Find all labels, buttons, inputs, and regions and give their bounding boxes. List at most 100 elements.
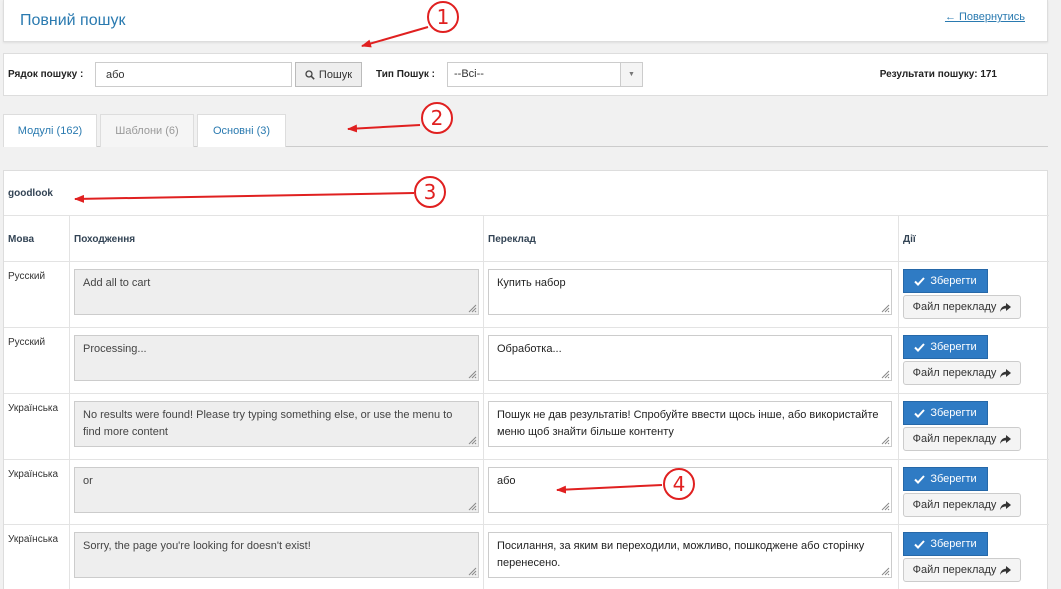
resize-grip-icon[interactable] [468, 436, 477, 445]
translation-text: Обработка... [497, 343, 562, 355]
save-label: Зберегти [930, 538, 977, 550]
annotation-marker: 1 [427, 1, 459, 33]
group-name: goodlook [8, 188, 53, 199]
annotation-marker: 4 [663, 468, 695, 500]
translation-textarea[interactable]: Пошук не дав результатів! Спробуйте ввес… [488, 401, 892, 447]
search-type-value: --Всі-- [454, 68, 484, 80]
source-text: Add all to cart [74, 269, 479, 315]
page: Повний пошук ← Повернутись Рядок пошуку … [0, 0, 1061, 589]
translation-text: Посилання, за яким ви переходили, можлив… [497, 540, 865, 569]
save-button[interactable]: Зберегти [903, 401, 988, 425]
file-label: Файл перекладу [912, 301, 997, 313]
back-link[interactable]: ← Повернутись [945, 11, 1025, 23]
resize-grip-icon[interactable] [468, 502, 477, 511]
resize-grip-icon[interactable] [468, 370, 477, 379]
save-button[interactable]: Зберегти [903, 467, 988, 491]
resize-grip-icon[interactable] [881, 502, 890, 511]
tab-modules[interactable]: Модулі (162) [3, 114, 97, 147]
header-lang: Мова [8, 234, 35, 245]
row-lang: Русский [8, 271, 46, 282]
row-lang: Українська [8, 534, 59, 545]
source-text-value: Sorry, the page you're looking for doesn… [83, 540, 311, 552]
save-label: Зберегти [930, 341, 977, 353]
search-button[interactable]: Пошук [295, 62, 362, 87]
column-divider [898, 215, 899, 589]
resize-grip-icon[interactable] [881, 304, 890, 313]
column-divider [69, 215, 70, 589]
search-type-label: Тип Пошук : [376, 69, 435, 80]
translation-file-button[interactable]: Файл перекладу [903, 558, 1021, 582]
save-label: Зберегти [930, 473, 977, 485]
divider [4, 327, 1049, 328]
file-label: Файл перекладу [912, 564, 997, 576]
annotation-marker: 3 [414, 176, 446, 208]
search-type-select[interactable]: --Всі-- ▼ [447, 62, 643, 87]
resize-grip-icon[interactable] [468, 304, 477, 313]
page-title: Повний пошук [20, 12, 126, 29]
divider [4, 393, 1049, 394]
share-arrow-icon [1000, 500, 1012, 510]
resize-grip-icon[interactable] [468, 567, 477, 576]
save-button[interactable]: Зберегти [903, 335, 988, 359]
check-icon [914, 342, 926, 352]
divider [4, 261, 1049, 262]
source-text-value: Add all to cart [83, 277, 151, 289]
check-icon [914, 539, 926, 549]
translation-text: або [497, 475, 516, 487]
translation-file-button[interactable]: Файл перекладу [903, 295, 1021, 319]
source-text: No results were found! Please try typing… [74, 401, 479, 447]
share-arrow-icon [1000, 302, 1012, 312]
translation-text: Купить набор [497, 277, 566, 289]
file-label: Файл перекладу [912, 499, 997, 511]
check-icon [914, 474, 926, 484]
source-text-value: or [83, 475, 93, 487]
search-bar: Рядок пошуку : Пошук Тип Пошук : --Всі--… [3, 53, 1048, 96]
source-text-value: No results were found! Please try typing… [83, 409, 453, 438]
divider [4, 524, 1049, 525]
resize-grip-icon[interactable] [881, 370, 890, 379]
column-divider [483, 215, 484, 589]
tab-core[interactable]: Основні (3) [197, 114, 286, 147]
share-arrow-icon [1000, 565, 1012, 575]
source-text-value: Processing... [83, 343, 147, 355]
tab-bar: Модулі (162) Шаблони (6) Основні (3) [3, 114, 1048, 147]
save-button[interactable]: Зберегти [903, 269, 988, 293]
header-translation: Переклад [488, 234, 536, 245]
translation-file-button[interactable]: Файл перекладу [903, 361, 1021, 385]
check-icon [914, 408, 926, 418]
save-button[interactable]: Зберегти [903, 532, 988, 556]
translation-text: Пошук не дав результатів! Спробуйте ввес… [497, 409, 879, 438]
translation-textarea[interactable]: Купить набор [488, 269, 892, 315]
row-lang: Українська [8, 403, 59, 414]
check-icon [914, 276, 926, 286]
divider [4, 215, 1049, 216]
share-arrow-icon [1000, 434, 1012, 444]
resize-grip-icon[interactable] [881, 567, 890, 576]
search-button-label: Пошук [318, 68, 353, 81]
annotation-marker: 2 [421, 102, 453, 134]
source-text: Sorry, the page you're looking for doesn… [74, 532, 479, 578]
resize-grip-icon[interactable] [881, 436, 890, 445]
translation-textarea[interactable]: Обработка... [488, 335, 892, 381]
header-actions: Дії [903, 234, 916, 245]
save-label: Зберегти [930, 275, 977, 287]
search-label: Рядок пошуку : [8, 69, 84, 80]
search-input[interactable] [95, 62, 292, 87]
translation-file-button[interactable]: Файл перекладу [903, 493, 1021, 517]
page-header: Повний пошук ← Повернутись [3, 0, 1048, 42]
results-count: Результати пошуку: 171 [879, 69, 997, 80]
divider [4, 459, 1049, 460]
chevron-down-icon: ▼ [620, 63, 642, 86]
save-label: Зберегти [930, 407, 977, 419]
translation-textarea[interactable]: Посилання, за яким ви переходили, можлив… [488, 532, 892, 578]
source-text: or [74, 467, 479, 513]
share-arrow-icon [1000, 368, 1012, 378]
file-label: Файл перекладу [912, 433, 997, 445]
translation-file-button[interactable]: Файл перекладу [903, 427, 1021, 451]
translations-panel: goodlook Мова Походження Переклад Дії Ру… [3, 170, 1049, 589]
search-icon [305, 69, 315, 80]
source-text: Processing... [74, 335, 479, 381]
file-label: Файл перекладу [912, 367, 997, 379]
row-lang: Русский [8, 337, 46, 348]
tab-templates[interactable]: Шаблони (6) [100, 114, 194, 147]
